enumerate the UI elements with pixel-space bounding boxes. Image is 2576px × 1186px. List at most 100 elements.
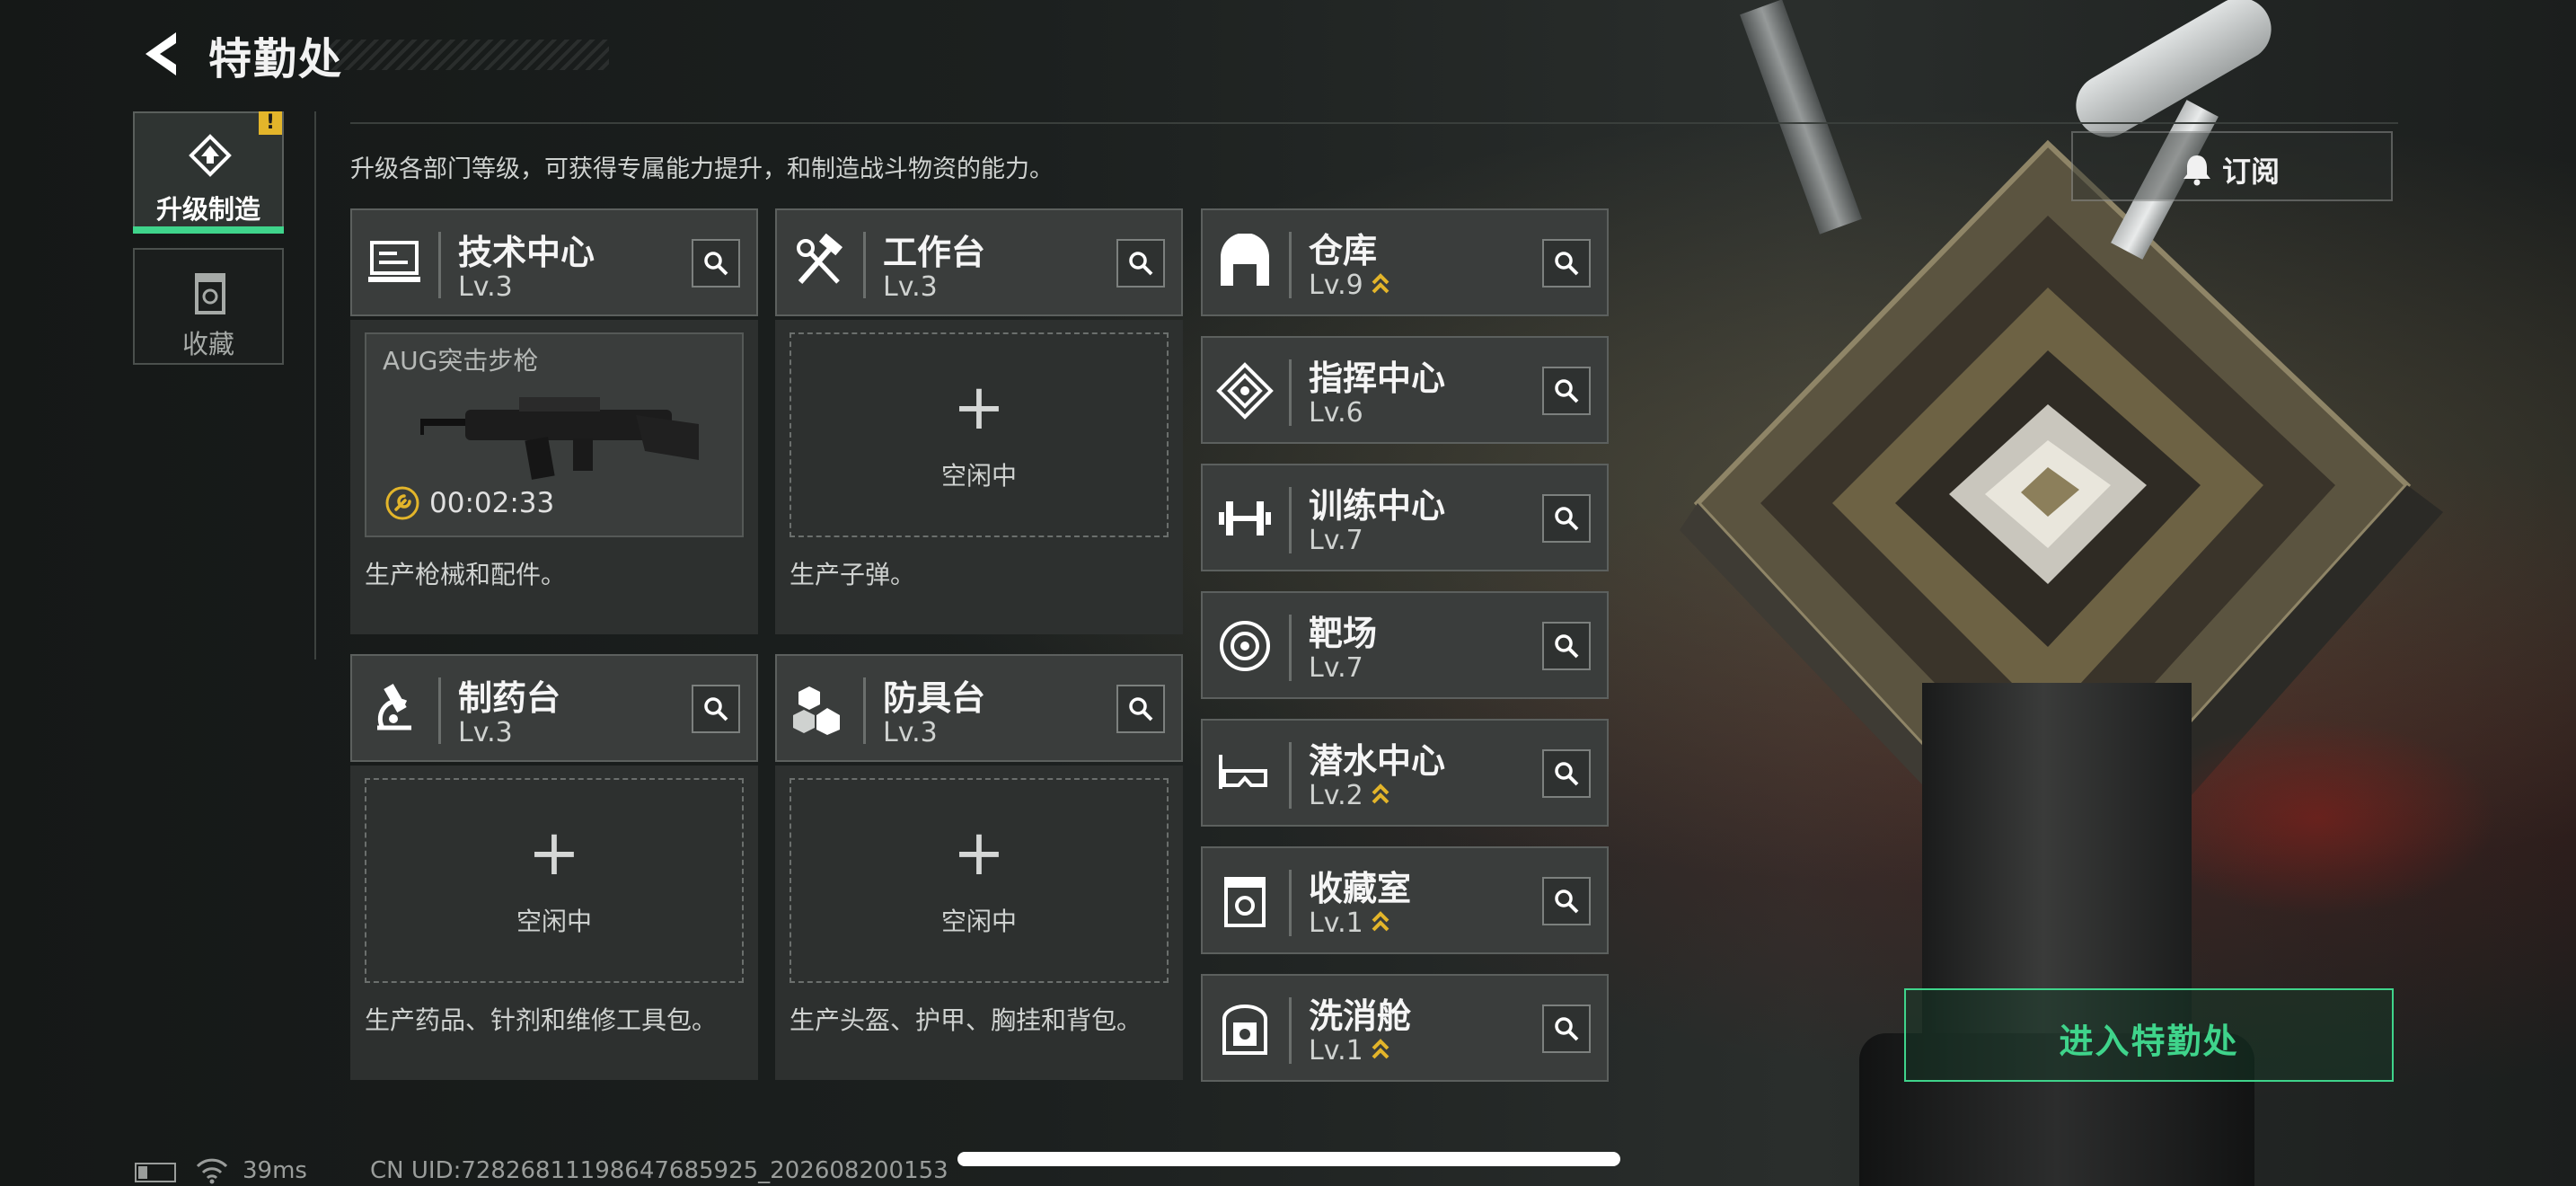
search-button[interactable] (1542, 622, 1591, 670)
crafting-timer: 00:02:33 (429, 487, 555, 519)
facility-level: Lv.2 (1309, 780, 1390, 811)
search-button[interactable] (1116, 239, 1165, 288)
back-arrow-icon (146, 32, 176, 75)
header-separator (863, 232, 866, 298)
facility-level: Lv.1 (1309, 1035, 1390, 1067)
production-card-pharmacy: 制药台 Lv.3 + 空闲中 生产药品、针剂和维修工具包。 (350, 654, 758, 1080)
facility-name: 指挥中心 (1309, 358, 1446, 398)
warehouse-icon (1221, 234, 1269, 286)
production-card-workbench: 工作台 Lv.3 + 空闲中 生产子弹。 (775, 208, 1183, 634)
header-separator (1289, 870, 1292, 936)
header-separator (1289, 615, 1292, 681)
facility-warehouse[interactable]: 仓库 Lv.9 (1201, 208, 1609, 316)
card-body: AUG突击步枪 00:02:33 生产枪械和配件。 (350, 320, 758, 634)
card-body: + 空闲中 生产头盔、护甲、胸挂和背包。 (775, 766, 1183, 1080)
wifi-icon (196, 1158, 228, 1184)
crafting-item-name: AUG突击步枪 (383, 346, 539, 376)
search-button[interactable] (692, 239, 740, 288)
header-separator (1289, 487, 1292, 553)
facility-name: 靶场 (1309, 614, 1378, 653)
dumbbell-icon (1219, 501, 1271, 535)
search-button[interactable] (1542, 1005, 1591, 1053)
facility-level: Lv.3 (883, 717, 938, 748)
upgrade-arrow-icon (1372, 911, 1389, 932)
search-button[interactable] (1542, 877, 1591, 925)
facility-name: 技术中心 (458, 233, 595, 272)
tab-label: 收藏 (181, 329, 234, 359)
facility-description: 生产药品、针剂和维修工具包。 (365, 1005, 718, 1035)
facility-name: 防具台 (883, 678, 986, 718)
facility-name: 洗消舱 (1309, 996, 1412, 1036)
search-icon (1555, 1017, 1579, 1041)
facility-level: Lv.3 (458, 271, 513, 303)
search-button[interactable] (1542, 494, 1591, 543)
card-header: 防具台 Lv.3 (775, 654, 1183, 762)
search-icon (1555, 890, 1579, 914)
back-button[interactable] (135, 27, 189, 81)
facility-command-center[interactable]: 指挥中心 Lv.6 (1201, 336, 1609, 444)
header-separator (438, 232, 441, 298)
decon-pod-icon (1222, 1005, 1267, 1055)
facility-shooting-range[interactable]: 靶场 Lv.7 (1201, 591, 1609, 699)
home-indicator[interactable] (957, 1152, 1620, 1166)
facility-level: Lv.7 (1309, 525, 1363, 556)
tech-center-icon (368, 241, 420, 282)
production-slot-busy[interactable]: AUG突击步枪 00:02:33 (365, 332, 744, 537)
facility-diving-center[interactable]: 潜水中心 Lv.2 (1201, 719, 1609, 827)
search-button[interactable] (1542, 749, 1591, 798)
card-body: + 空闲中 生产子弹。 (775, 320, 1183, 634)
red-glow (2138, 719, 2497, 916)
upgrade-arrow-icon (1372, 273, 1389, 294)
production-card-tech-center: 技术中心 Lv.3 AUG突击步枪 00:02:33 生产枪械和配件。 (350, 208, 758, 634)
alert-badge: ! (259, 111, 282, 135)
level-text: Lv.1 (1309, 907, 1363, 939)
wrench-timer-icon (385, 486, 419, 520)
target-icon (1220, 621, 1270, 671)
card-body: + 空闲中 生产药品、针剂和维修工具包。 (350, 766, 758, 1080)
search-icon (1129, 697, 1153, 721)
level-text: Lv.2 (1309, 780, 1363, 811)
subscribe-button[interactable]: 订阅 (2071, 131, 2393, 201)
enter-button-label: 进入特勤处 (2059, 1022, 2239, 1061)
search-icon (1555, 252, 1579, 276)
tab-collection[interactable]: 收藏 (133, 248, 284, 365)
collection-room-icon (1224, 877, 1266, 927)
facility-level: Lv.3 (883, 271, 938, 303)
plus-icon: + (527, 816, 581, 890)
search-button[interactable] (1116, 685, 1165, 733)
facility-training-center[interactable]: 训练中心 Lv.7 (1201, 464, 1609, 571)
slot-status: 空闲中 (940, 461, 1017, 491)
level-text: Lv.7 (1309, 652, 1363, 684)
divider-vertical (314, 111, 316, 659)
search-icon (1129, 252, 1153, 276)
search-icon (1555, 507, 1579, 531)
level-text: Lv.1 (1309, 1035, 1363, 1067)
facility-name: 工作台 (883, 233, 986, 272)
level-text: Lv.7 (1309, 525, 1363, 556)
divider-horizontal (350, 122, 2398, 124)
facility-description: 生产子弹。 (790, 560, 916, 589)
page-title: 特勤处 (208, 34, 344, 84)
subscribe-label: 订阅 (2222, 155, 2280, 189)
search-icon (1555, 762, 1579, 786)
card-header: 技术中心 Lv.3 (350, 208, 758, 316)
slot-status: 空闲中 (516, 907, 592, 936)
production-slot-idle[interactable]: + 空闲中 (790, 778, 1169, 983)
user-uid: CN UID:7282681119864768592​5_20260820015… (370, 1157, 948, 1184)
facility-level: Lv.1 (1309, 907, 1390, 939)
facility-decon-pod[interactable]: 洗消舱 Lv.1 (1201, 974, 1609, 1082)
facility-description: 生产头盔、护甲、胸挂和背包。 (790, 1005, 1142, 1035)
production-slot-idle[interactable]: + 空闲中 (365, 778, 744, 983)
search-button[interactable] (692, 685, 740, 733)
header-separator (1289, 742, 1292, 809)
facility-collection-room[interactable]: 收藏室 Lv.1 (1201, 846, 1609, 954)
search-button[interactable] (1542, 367, 1591, 415)
enter-special-ops-button[interactable]: 进入特勤处 (1904, 988, 2394, 1082)
header-separator (1289, 359, 1292, 426)
ping-readout: 39ms (243, 1157, 307, 1184)
production-slot-idle[interactable]: + 空闲中 (790, 332, 1169, 537)
title-decoration (323, 40, 609, 70)
microscope-icon (377, 684, 411, 730)
search-button[interactable] (1542, 239, 1591, 288)
diving-mask-icon (1219, 755, 1267, 789)
